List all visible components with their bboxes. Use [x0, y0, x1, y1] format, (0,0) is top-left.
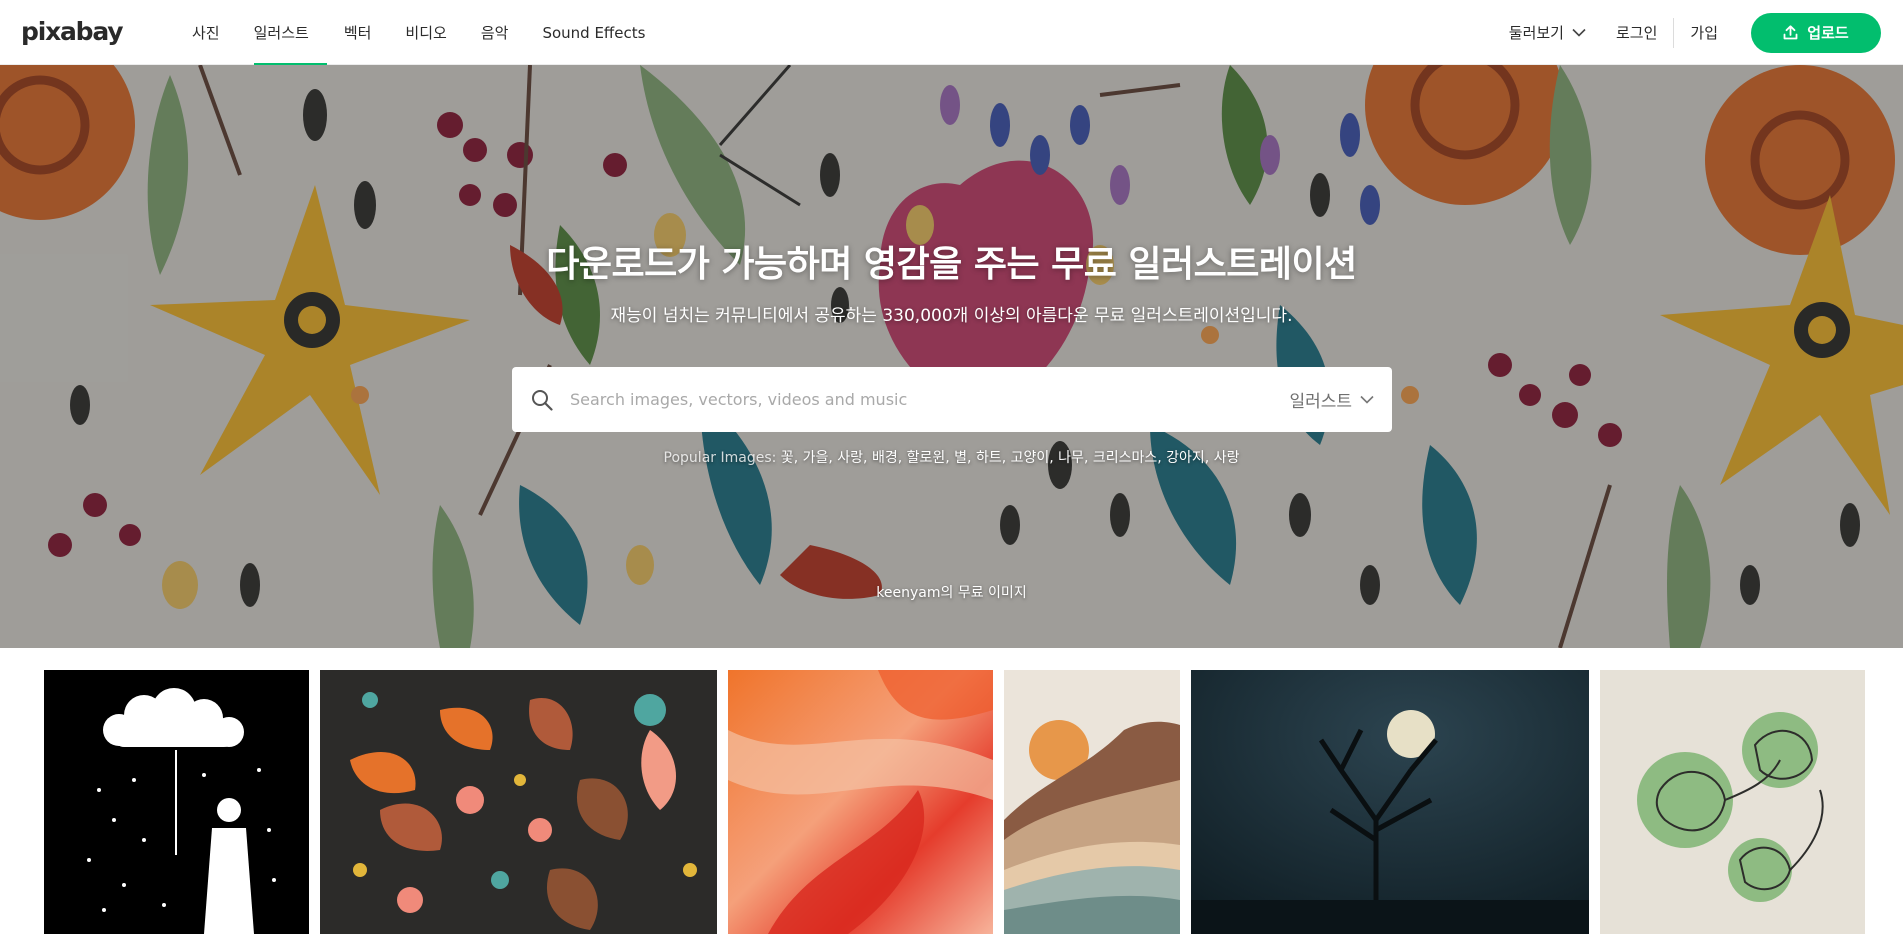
image-tile[interactable] [1600, 670, 1865, 934]
popular-tag[interactable]: 별 [954, 450, 967, 466]
popular-tag[interactable]: 고양이 [1011, 450, 1050, 466]
boho-mountains-sun [1004, 670, 1180, 934]
divider [1673, 17, 1675, 48]
image-tile[interactable] [320, 670, 717, 934]
nav-photos[interactable]: 사진 [175, 0, 237, 65]
image-credit: keenyam의 무료 이미지 [876, 585, 1027, 601]
nav-videos[interactable]: 비디오 [388, 0, 463, 65]
popular-tag[interactable]: 나무 [1058, 450, 1084, 466]
image-tile[interactable] [728, 670, 993, 934]
hero-title: 다운로드가 가능하며 영감을 주는 무료 일러스트레이션 [546, 244, 1357, 285]
nav-music[interactable]: 음악 [464, 0, 526, 65]
hero-banner: 다운로드가 가능하며 영감을 주는 무료 일러스트레이션 재능이 넘치는 커뮤니… [0, 65, 1903, 648]
login-link[interactable]: 로그인 [1616, 22, 1673, 43]
popular-tag[interactable]: 꽃 [781, 450, 794, 466]
autumn-leaves-flowers-illustration [320, 670, 717, 934]
image-tile[interactable] [44, 670, 309, 934]
credit-user-link[interactable]: keenyam [876, 585, 940, 601]
account-nav: 둘러보기 로그인 가입 업로드 [1509, 0, 1903, 65]
image-grid [0, 670, 1903, 937]
popular-tag[interactable]: 강아지 [1166, 450, 1205, 466]
popular-tag[interactable]: 할로윈 [907, 450, 946, 466]
signup-link[interactable]: 가입 [1690, 22, 1718, 43]
chevron-down-icon [1360, 395, 1374, 404]
popular-label: Popular Images: [663, 450, 777, 466]
chevron-down-icon [1572, 28, 1586, 37]
popular-tags: Popular Images: 꽃, 가을, 사랑, 배경, 할로윈, 별, 하… [663, 450, 1240, 466]
search-bar: 일러스트 [512, 367, 1392, 432]
search-input[interactable] [570, 390, 1290, 409]
nav-illustrations[interactable]: 일러스트 [237, 0, 328, 65]
popular-tag[interactable]: 사랑 [837, 450, 863, 466]
upload-button[interactable]: 업로드 [1751, 12, 1881, 53]
pixabay-logo[interactable]: pixabay [21, 19, 124, 44]
main-nav: 사진 일러스트 벡터 비디오 음악 Sound Effects [175, 0, 662, 65]
red-orange-abstract-paint [728, 670, 993, 934]
search-type-dropdown[interactable]: 일러스트 [1289, 387, 1374, 412]
popular-tag[interactable]: 크리스마스 [1093, 450, 1157, 466]
search-icon[interactable] [528, 386, 556, 414]
girl-cloud-umbrella-illustration [44, 670, 309, 934]
explore-dropdown[interactable]: 둘러보기 [1509, 22, 1586, 43]
popular-tag[interactable]: 가을 [803, 450, 829, 466]
monstera-line-art [1600, 670, 1865, 934]
image-tile[interactable] [1004, 670, 1180, 934]
hero-subtitle: 재능이 넘치는 커뮤니티에서 공유하는 330,000개 이상의 아름다운 무료… [610, 306, 1293, 326]
popular-tag[interactable]: 사랑 [1214, 450, 1240, 466]
nav-sound-effects[interactable]: Sound Effects [525, 0, 662, 65]
hero-overlay [0, 65, 1903, 648]
tree-full-moon-night [1191, 670, 1589, 934]
popular-tag[interactable]: 하트 [976, 450, 1002, 466]
upload-icon [1783, 25, 1798, 40]
nav-vectors[interactable]: 벡터 [327, 0, 389, 65]
popular-tag[interactable]: 배경 [872, 450, 898, 466]
image-tile[interactable] [1191, 670, 1589, 934]
top-navigation-bar: pixabay 사진 일러스트 벡터 비디오 음악 Sound Effects … [0, 0, 1903, 65]
